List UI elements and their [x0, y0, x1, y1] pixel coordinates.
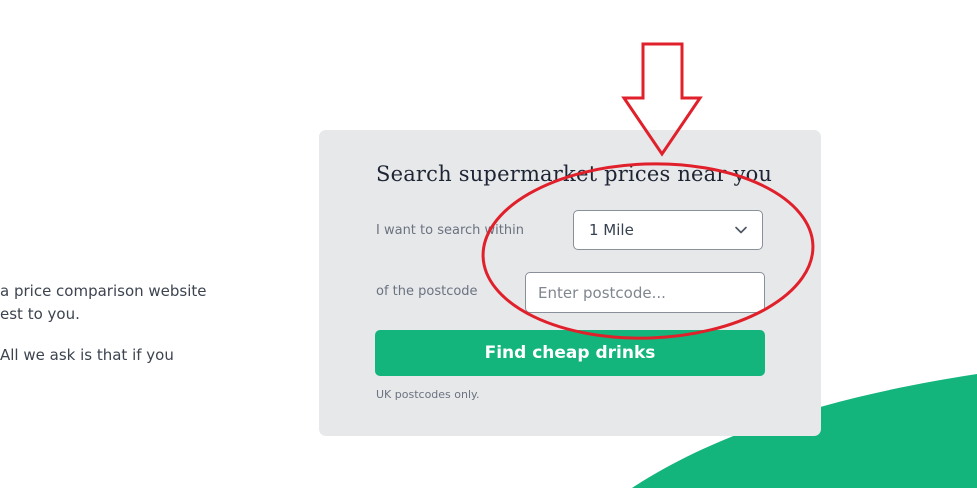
postcode-hint: UK postcodes only.	[376, 388, 480, 401]
intro-line-2: est to you.	[0, 305, 80, 323]
intro-text: a price comparison website est to you. Al…	[0, 280, 260, 385]
radius-select[interactable]: 1 Mile	[573, 210, 763, 250]
search-card-title: Search supermarket prices near you	[376, 162, 773, 186]
intro-line-1: a price comparison website	[0, 282, 207, 300]
radius-label: I want to search within	[376, 223, 524, 238]
postcode-label: of the postcode	[376, 284, 478, 299]
chevron-down-icon	[735, 226, 747, 234]
find-cheap-drinks-button[interactable]: Find cheap drinks	[375, 330, 765, 376]
postcode-input[interactable]	[525, 272, 765, 313]
search-card: Search supermarket prices near you I wan…	[319, 130, 821, 436]
intro-line-3: All we ask is that if you	[0, 346, 174, 364]
radius-select-value: 1 Mile	[589, 221, 634, 239]
